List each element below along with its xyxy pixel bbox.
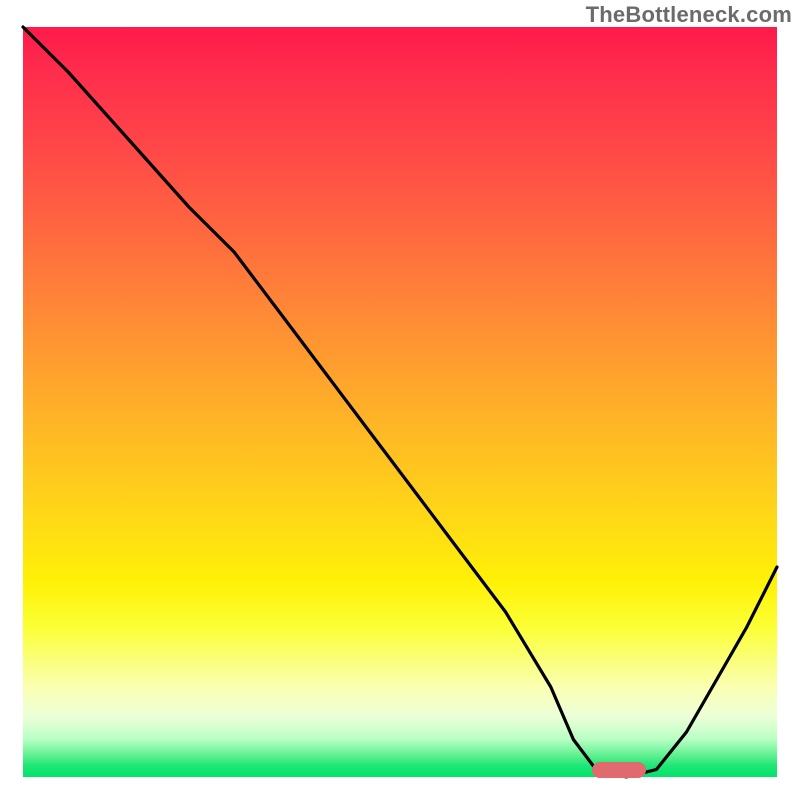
plot-area: [23, 27, 777, 777]
bottom-rule: [0, 777, 800, 778]
curve-svg: [23, 27, 777, 777]
optimum-marker: [592, 762, 646, 778]
chart-stage: TheBottleneck.com: [0, 0, 800, 800]
watermark-text: TheBottleneck.com: [586, 2, 792, 28]
bottleneck-curve-line: [23, 27, 777, 777]
